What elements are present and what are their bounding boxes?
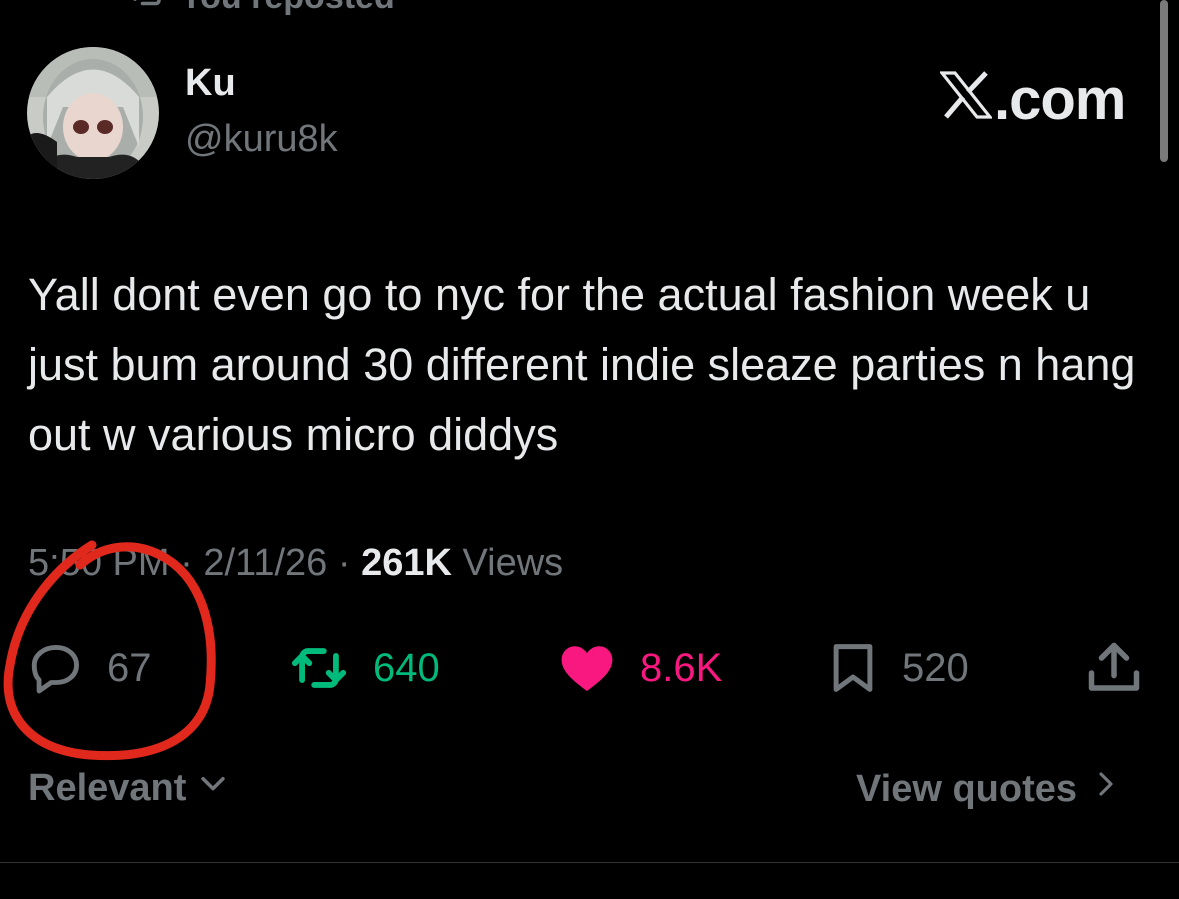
scrollbar[interactable] <box>1160 0 1168 162</box>
sort-dropdown[interactable]: Relevant <box>28 766 230 810</box>
x-com-watermark: .com <box>938 66 1126 133</box>
repost-label: You reposted <box>180 0 395 17</box>
share-button[interactable] <box>1084 638 1144 698</box>
domain-text: .com <box>994 67 1126 132</box>
author-handle[interactable]: @kuru8k <box>185 118 338 161</box>
tweet-time: 5:50 PM <box>28 542 170 584</box>
reply-icon <box>27 639 85 697</box>
reply-count: 67 <box>107 645 152 690</box>
repost-icon <box>128 0 166 17</box>
views-count[interactable]: 261K <box>361 542 452 584</box>
chevron-right-icon <box>1091 766 1121 812</box>
divider <box>0 862 1179 863</box>
tweet-text: Yall dont even go to nyc for the actual … <box>28 269 1136 460</box>
sort-label: Relevant <box>28 766 187 809</box>
x-logo-icon <box>938 66 994 133</box>
meta-separator: · <box>169 542 204 584</box>
like-count: 8.6K <box>640 645 723 690</box>
share-icon <box>1084 638 1144 698</box>
tweet-meta: 5:50 PM · 2/11/26 · 261K Views <box>28 542 563 585</box>
repost-count: 640 <box>373 645 440 690</box>
repost-header[interactable]: You reposted <box>128 0 395 17</box>
view-quotes-link[interactable]: View quotes <box>856 766 1121 812</box>
bookmark-count: 520 <box>902 645 969 690</box>
chevron-down-icon <box>196 766 230 810</box>
like-button[interactable]: 8.6K <box>556 638 722 698</box>
meta-separator: · <box>327 542 362 584</box>
bookmark-button[interactable]: 520 <box>826 638 969 698</box>
author-name[interactable]: Ku <box>185 62 236 105</box>
heart-icon <box>556 639 618 697</box>
view-quotes-label: View quotes <box>856 767 1078 810</box>
views-label: Views <box>451 542 564 584</box>
avatar[interactable] <box>27 47 159 179</box>
repost-button[interactable]: 640 <box>287 638 440 698</box>
bookmark-icon <box>826 638 880 698</box>
repost-icon <box>287 639 351 697</box>
reply-button[interactable]: 67 <box>27 638 152 698</box>
tweet-date: 2/11/26 <box>203 542 328 584</box>
